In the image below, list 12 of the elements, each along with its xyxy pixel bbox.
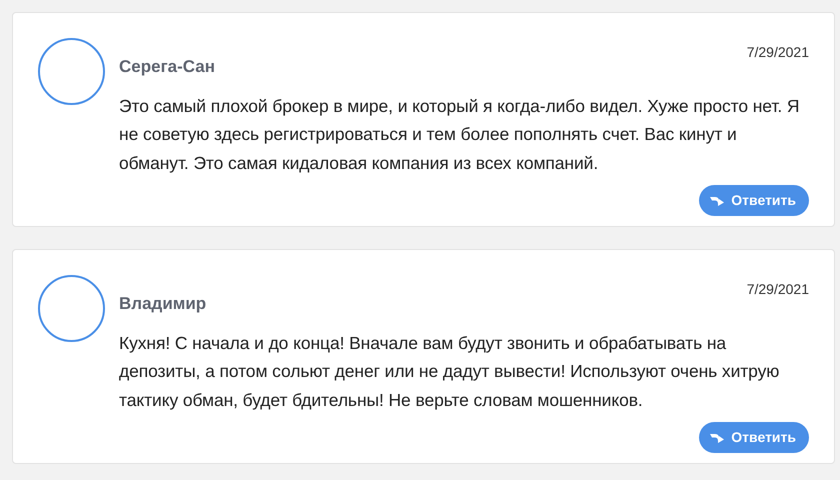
reply-arrow-icon bbox=[709, 431, 726, 444]
author-name: Владимир bbox=[119, 293, 206, 315]
comment-date: 7/29/2021 bbox=[746, 43, 809, 62]
comment-text: Это самый плохой брокер в мире, и который я когда-либо видел. Хуже просто нет. Я не советую здесь регистрироваться и тем более пополнять счет. Вас кинут и обманут. Это самая кидаловая компания из всех компаний. bbox=[119, 94, 800, 175]
comment-text: Кухня! С начала и до конца! Вначале вам будут звонить и обрабатывать на депозиты, а потом сольют денег или не дадут вывести! Используют очень хитрую тактику обман, будет бдительны! Не верьте словам мошенников. bbox=[119, 332, 780, 412]
comment-date: 7/29/2021 bbox=[746, 280, 809, 299]
reply-button[interactable]: Ответить bbox=[699, 422, 809, 453]
avatar bbox=[38, 275, 105, 342]
reply-button[interactable]: Ответить bbox=[699, 185, 809, 216]
author-name: Серега-Сан bbox=[119, 56, 215, 78]
reply-arrow-icon bbox=[709, 194, 726, 207]
avatar bbox=[38, 38, 105, 105]
